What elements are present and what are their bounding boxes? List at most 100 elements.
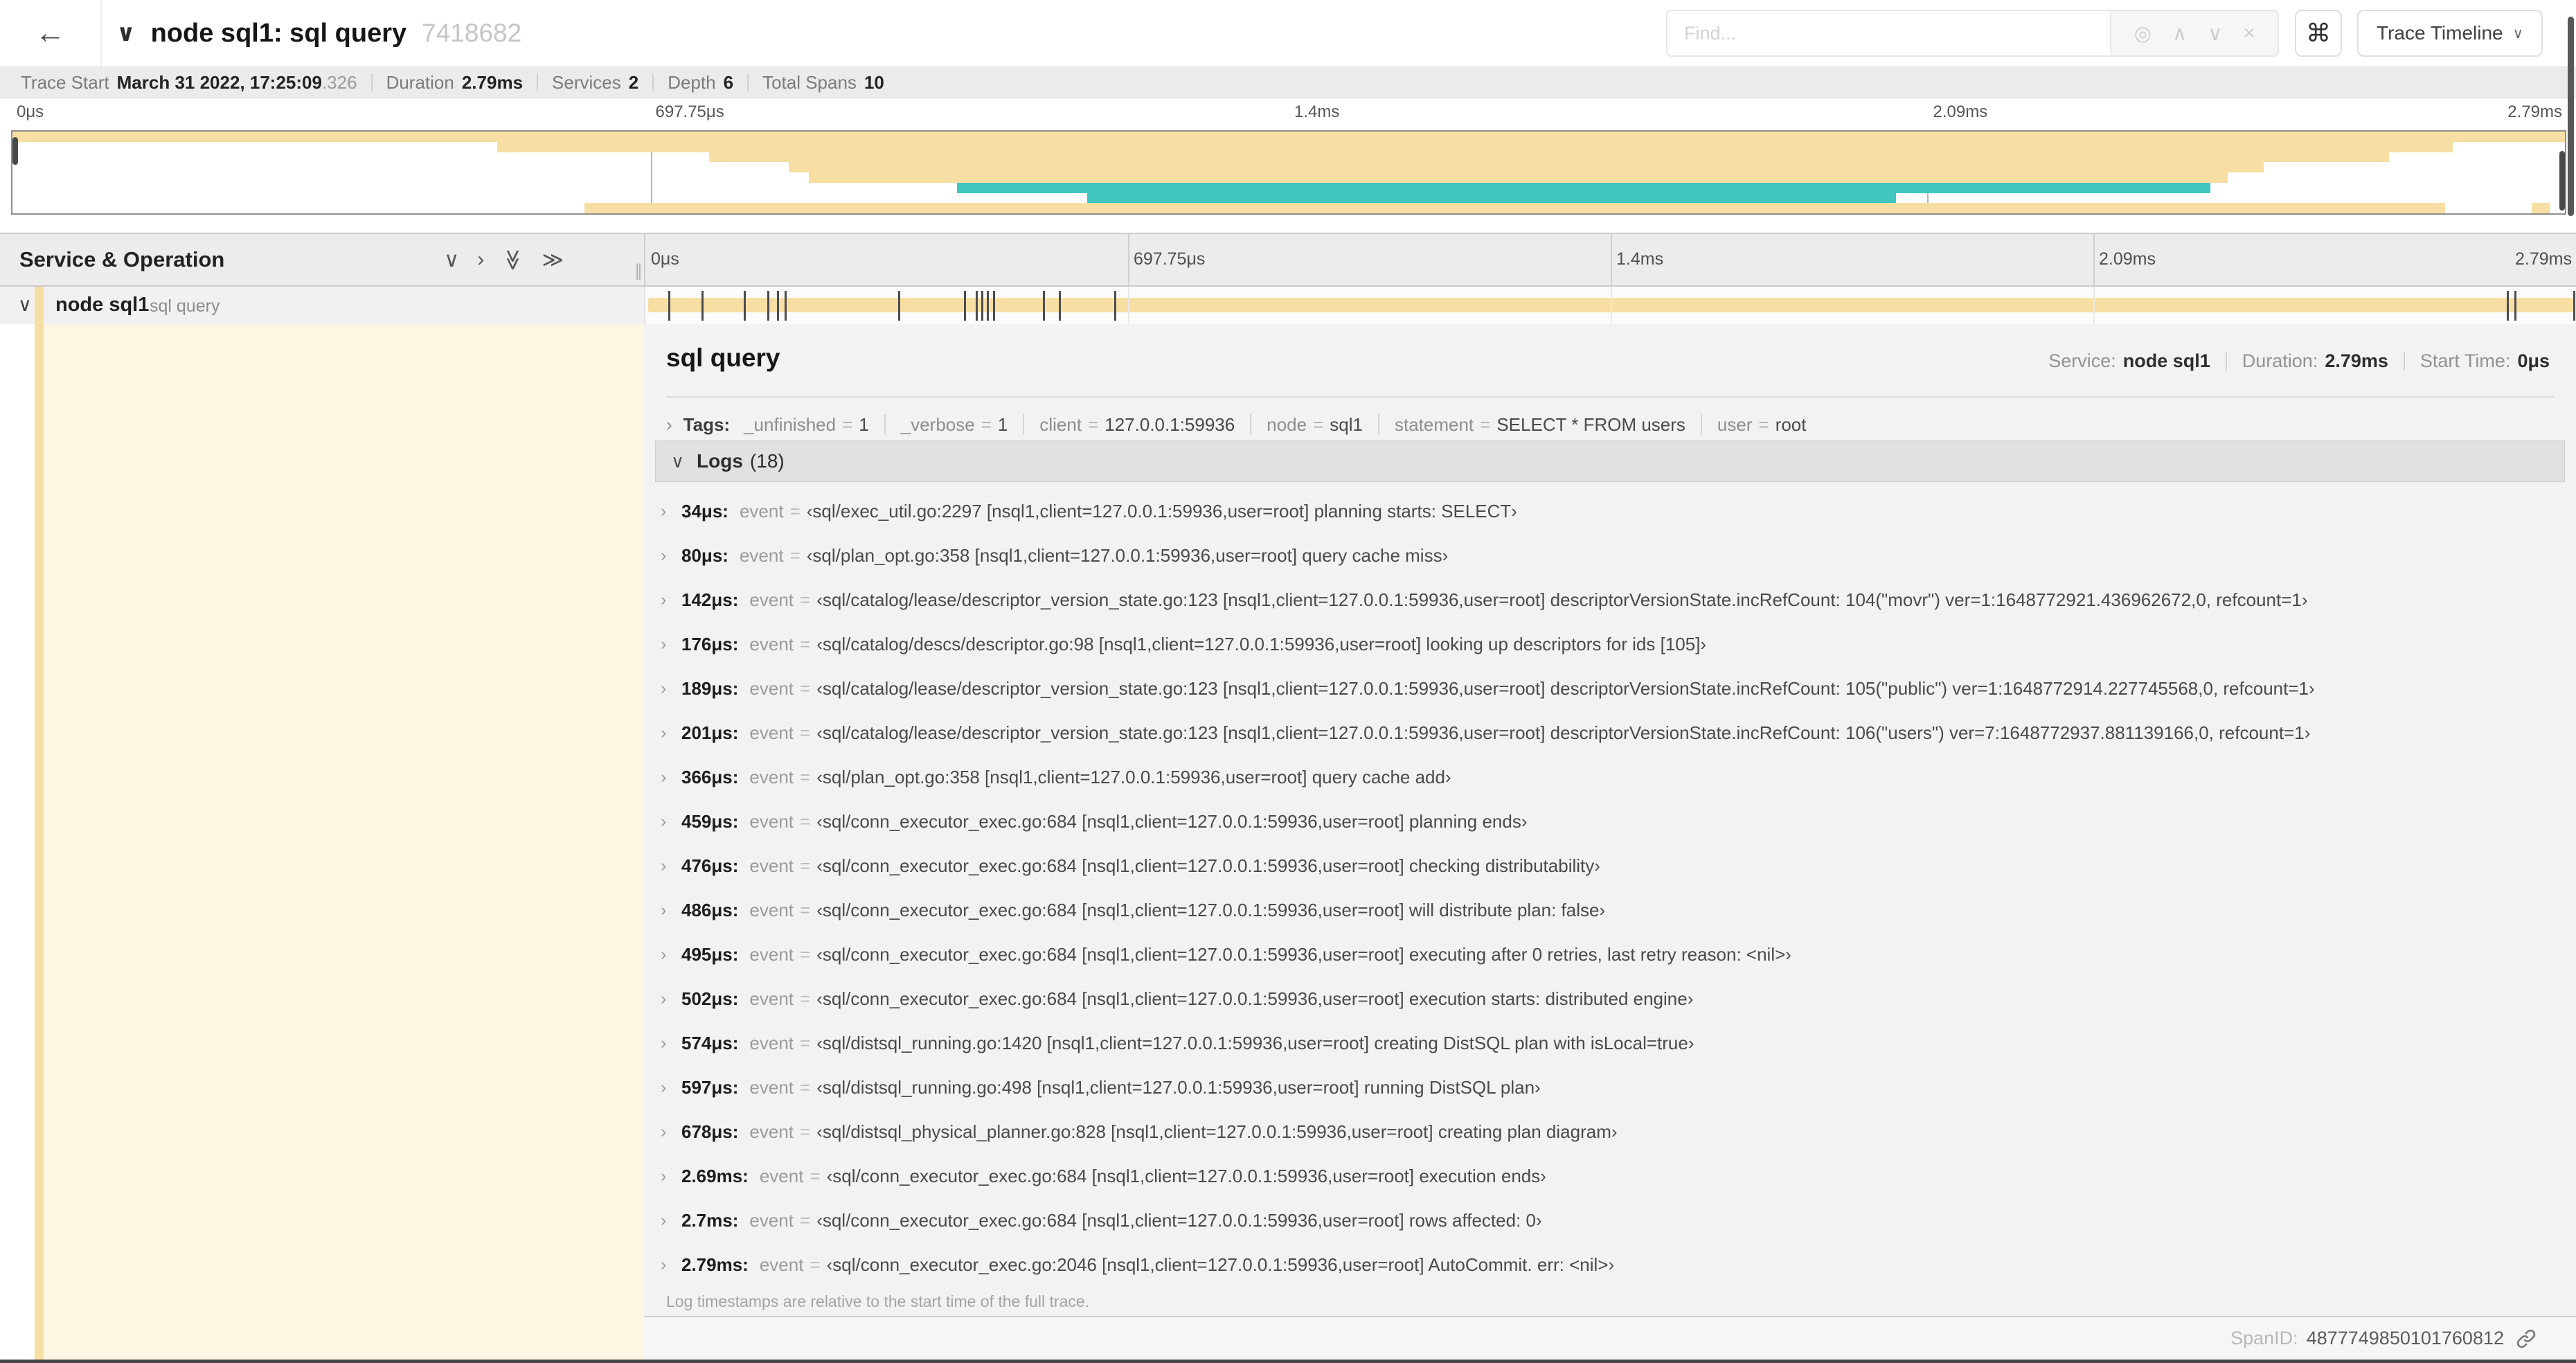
footer-row-highlight (44, 1317, 644, 1360)
log-marker-tick (981, 291, 984, 321)
title-collapse-chevron-icon[interactable]: ∨ (116, 19, 136, 47)
minimap-span-bar (809, 172, 2228, 183)
trace-info-bar: Trace Start March 31 2022, 17:25:09.326 Du… (0, 66, 2576, 98)
minimap-right-scrubber-handle[interactable] (2559, 151, 2565, 211)
prev-result-icon[interactable]: ∧ (2172, 21, 2187, 46)
expand-all-icon[interactable]: ≫ (542, 248, 564, 272)
chevron-down-icon: ∨ (2512, 25, 2523, 42)
column-resizer-handle[interactable]: ∥ (634, 261, 643, 281)
logs-header[interactable]: ∨ Logs (18) (655, 440, 2565, 482)
minimap-canvas[interactable] (11, 130, 2566, 215)
tags-expand-chevron-icon[interactable]: › (666, 414, 672, 436)
log-field-name: event (749, 1076, 794, 1098)
log-expand-chevron-icon[interactable]: › (661, 1033, 681, 1053)
log-expand-chevron-icon[interactable]: › (661, 501, 681, 522)
log-expand-chevron-icon[interactable]: › (661, 1078, 681, 1098)
log-equals: = (800, 1121, 811, 1142)
header-controls: ◎ ∧ ∨ × ⌘ Trace Timeline ∨ (1666, 10, 2543, 57)
detail-meta-label: Duration: (2242, 350, 2318, 371)
locate-icon[interactable]: ◎ (2134, 21, 2152, 46)
log-equals: = (800, 677, 811, 699)
clear-search-icon[interactable]: × (2243, 22, 2255, 45)
log-row[interactable]: › 459μs: event = ‹sql/conn_executor_exec.go:… (655, 799, 2565, 844)
find-input[interactable] (1667, 11, 2111, 55)
log-expand-chevron-icon[interactable]: › (661, 812, 681, 832)
log-value: ‹sql/conn_executor_exec.go:684 [nsql1,cl… (816, 943, 1791, 965)
detail-row-highlight (44, 324, 644, 1317)
collapse-all-icon[interactable]: ≫ (501, 249, 525, 270)
service-operation-title: Service & Operation (19, 247, 225, 271)
tags-row[interactable]: › Tags: _unfinished = 1 _verbose = 1 client = 12… (666, 409, 1807, 440)
log-row[interactable]: › 502μs: event = ‹sql/conn_executor_exec.go:… (655, 977, 2565, 1021)
log-expand-chevron-icon[interactable]: › (661, 634, 681, 654)
minimap-left-scrubber-handle[interactable] (12, 137, 18, 165)
log-expand-chevron-icon[interactable]: › (661, 1211, 681, 1231)
span-id-label: SpanID: (2230, 1328, 2298, 1348)
log-row[interactable]: › 201μs: event = ‹sql/catalog/lease/descript… (655, 711, 2565, 755)
log-row[interactable]: › 476μs: event = ‹sql/conn_executor_exec.go:… (655, 844, 2565, 888)
log-row[interactable]: › 495μs: event = ‹sql/conn_executor_exec.go:… (655, 932, 2565, 977)
log-expand-chevron-icon[interactable]: › (661, 1122, 681, 1142)
log-field-name: event (749, 943, 794, 965)
log-marker-tick (1043, 291, 1046, 321)
span-collapse-chevron-icon[interactable]: ∨ (18, 294, 32, 316)
log-expand-chevron-icon[interactable]: › (661, 900, 681, 920)
link-icon[interactable] (2515, 1328, 2537, 1350)
detail-meta: Service: node sql1 Duration: 2.79ms Start Ti… (2048, 350, 2550, 372)
log-equals: = (800, 1209, 811, 1231)
expand-one-icon[interactable]: › (477, 248, 484, 271)
keyboard-shortcuts-button[interactable]: ⌘ (2295, 10, 2343, 57)
next-result-icon[interactable]: ∨ (2208, 21, 2222, 46)
log-expand-chevron-icon[interactable]: › (661, 856, 681, 876)
log-row[interactable]: › 2.7ms: event = ‹sql/conn_executor_exec.go:… (655, 1198, 2565, 1242)
vertical-scrollbar-thumb[interactable] (2568, 17, 2574, 216)
log-expand-chevron-icon[interactable]: › (661, 767, 681, 787)
log-row[interactable]: › 366μs: event = ‹sql/plan_opt.go:358 [nsql1… (655, 755, 2565, 799)
log-row[interactable]: › 34μs: event = ‹sql/exec_util.go:2297 [nsql… (655, 489, 2565, 533)
log-expand-chevron-icon[interactable]: › (661, 723, 681, 743)
axis-tick-label: 0μs (17, 103, 44, 121)
log-marker-tick (992, 291, 995, 321)
log-value: ‹sql/exec_util.go:2297 [nsql1,client=127… (806, 500, 1517, 522)
log-expand-chevron-icon[interactable]: › (661, 590, 681, 610)
span-row-name-column[interactable]: ∨ node sql1 sql query (0, 287, 644, 324)
log-expand-chevron-icon[interactable]: › (661, 945, 681, 965)
collapse-controls: ∨ › ≫ ≫ (444, 234, 564, 285)
log-expand-chevron-icon[interactable]: › (661, 989, 681, 1009)
log-equals: = (800, 766, 811, 787)
info-value: 10 (864, 71, 884, 93)
log-value: ‹sql/conn_executor_exec.go:684 [nsql1,cl… (826, 1165, 1546, 1186)
log-marker-tick (776, 291, 779, 321)
log-marker-tick (898, 291, 901, 321)
log-value: ‹sql/plan_opt.go:358 [nsql1,client=127.0… (806, 544, 1449, 566)
log-value: ‹sql/distsql_running.go:498 [nsql1,clien… (816, 1076, 1541, 1098)
log-row[interactable]: › 597μs: event = ‹sql/distsql_running.go:498… (655, 1065, 2565, 1110)
info-label: Trace Start (21, 71, 109, 93)
log-timestamp: 459μs: (681, 810, 739, 832)
minimap-span-bar (1086, 193, 1897, 204)
info-divider (652, 73, 654, 91)
collapse-one-icon[interactable]: ∨ (444, 248, 459, 272)
log-equals: = (800, 899, 811, 920)
log-row[interactable]: › 678μs: event = ‹sql/distsql_physical_plann… (655, 1110, 2565, 1154)
tag-equals: = (1758, 413, 1769, 435)
log-row[interactable]: › 2.79ms: event = ‹sql/conn_executor_exec.go… (655, 1242, 2565, 1287)
detail-meta-label: Service: (2048, 350, 2116, 371)
log-row[interactable]: › 486μs: event = ‹sql/conn_executor_exec.go:… (655, 888, 2565, 932)
log-row[interactable]: › 176μs: event = ‹sql/catalog/descs/descript… (655, 622, 2565, 666)
log-expand-chevron-icon[interactable]: › (661, 1255, 681, 1275)
log-row[interactable]: › 189μs: event = ‹sql/catalog/lease/descript… (655, 666, 2565, 711)
log-expand-chevron-icon[interactable]: › (661, 546, 681, 566)
log-expand-chevron-icon[interactable]: › (661, 1166, 681, 1186)
log-field-name: event (739, 544, 784, 566)
back-button[interactable]: ← (0, 0, 102, 66)
tag-key: statement (1394, 413, 1474, 435)
log-row[interactable]: › 574μs: event = ‹sql/distsql_running.go:142… (655, 1021, 2565, 1065)
logs-collapse-chevron-icon[interactable]: ∨ (671, 451, 684, 472)
log-marker-tick (2514, 291, 2516, 321)
view-selector-button[interactable]: Trace Timeline ∨ (2357, 10, 2543, 57)
log-row[interactable]: › 2.69ms: event = ‹sql/conn_executor_exec.go… (655, 1154, 2565, 1198)
log-expand-chevron-icon[interactable]: › (661, 679, 681, 699)
log-row[interactable]: › 80μs: event = ‹sql/plan_opt.go:358 [nsql1,… (655, 533, 2565, 578)
log-row[interactable]: › 142μs: event = ‹sql/catalog/lease/descript… (655, 578, 2565, 622)
